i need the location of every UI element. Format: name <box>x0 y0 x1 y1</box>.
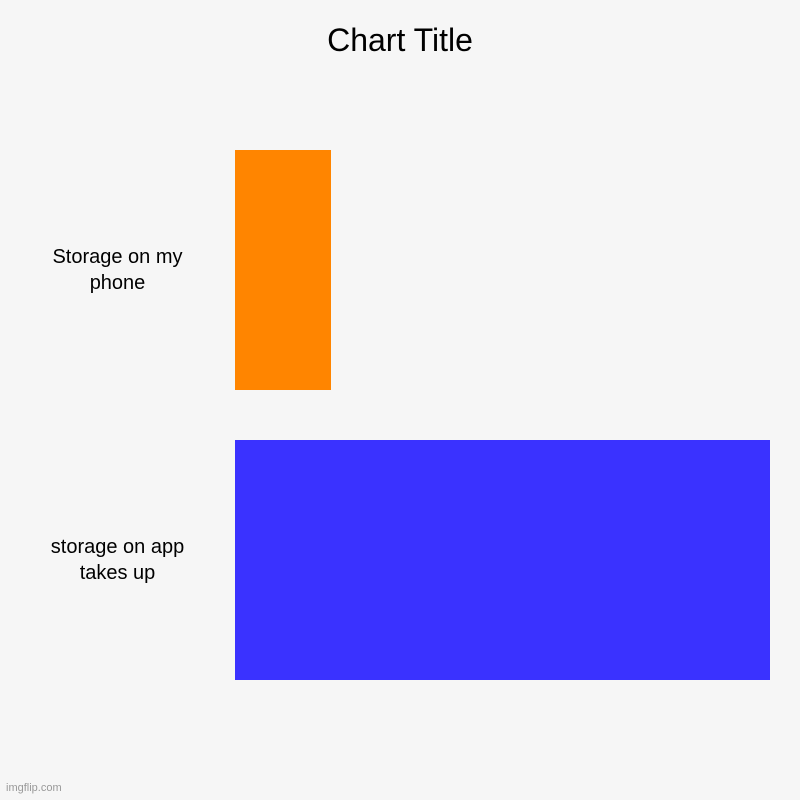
bar-storage-app <box>235 440 770 680</box>
bar-storage-phone <box>235 150 331 390</box>
bar-track <box>235 440 800 680</box>
category-label: storage on app takes up <box>0 534 235 586</box>
bar-row: storage on app takes up <box>0 440 800 680</box>
bar-track <box>235 150 800 390</box>
chart-title: Chart Title <box>0 0 800 59</box>
category-label: Storage on my phone <box>0 244 235 296</box>
watermark-text: imgflip.com <box>6 782 62 794</box>
chart-plot-area: Storage on my phone storage on app takes… <box>0 150 800 750</box>
bar-row: Storage on my phone <box>0 150 800 390</box>
